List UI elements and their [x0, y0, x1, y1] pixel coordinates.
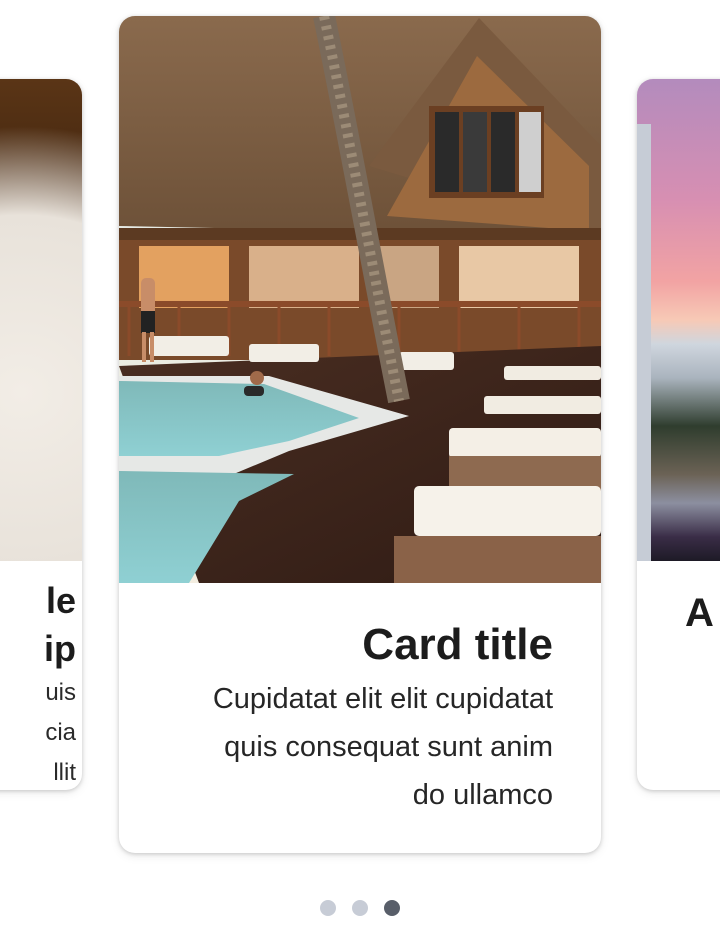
- card-text: Cupidatat elit elit cupidatat quis conse…: [167, 675, 553, 819]
- carousel[interactable]: le ip uis cia llit Card title Cupidatat …: [0, 0, 720, 949]
- card-text-line: llit: [53, 759, 76, 786]
- card-title-line: le: [45, 580, 76, 621]
- carousel-pagination: [0, 900, 720, 918]
- card-title-line: ip: [44, 628, 76, 669]
- card-body: le ip uis cia llit: [0, 561, 82, 790]
- card-body: A: [637, 561, 720, 637]
- pagination-dot-3[interactable]: [384, 900, 400, 916]
- card-body: Card title Cupidatat elit elit cupidatat…: [119, 583, 601, 819]
- card-title: le ip: [0, 577, 78, 673]
- pagination-dot-2[interactable]: [352, 900, 368, 916]
- card-image: [0, 79, 82, 561]
- card-image: [119, 16, 601, 583]
- carousel-card-current[interactable]: Card title Cupidatat elit elit cupidatat…: [119, 16, 601, 853]
- pagination-dot-1[interactable]: [320, 900, 336, 916]
- card-text-line: uis: [45, 679, 76, 706]
- resort-pool-photo: [119, 16, 601, 583]
- carousel-card-next[interactable]: A: [637, 79, 720, 790]
- card-text-line: cia: [45, 719, 76, 746]
- card-text-line: Cupidatat elit elit cupidatat: [212, 683, 553, 715]
- carousel-card-previous[interactable]: le ip uis cia llit: [0, 79, 82, 790]
- card-title: Card title: [362, 620, 553, 669]
- card-text: uis cia llit: [0, 673, 78, 790]
- card-text-line: do ullamco: [412, 779, 553, 811]
- card-title: A: [685, 591, 714, 635]
- card-image: [637, 79, 720, 561]
- building-pillar: [637, 124, 651, 561]
- card-text-line: quis consequat sunt anim: [224, 731, 553, 763]
